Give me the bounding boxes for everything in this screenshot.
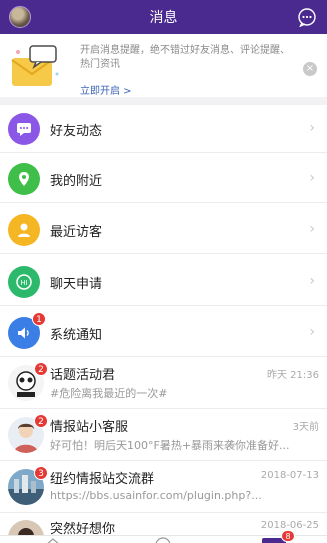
envelope-illustration-icon [11,45,59,86]
banner-text: 开启消息提醒，绝不错过好友消息、评论提醒、热门资讯 [80,45,290,70]
clock-icon[interactable] [154,537,172,543]
chevron-right-icon: › [309,273,315,289]
conversation-item[interactable]: 2 话题活动君 #危险离我最近的一次# 昨天 21:36 [0,358,327,409]
user-avatar[interactable] [9,6,31,28]
unread-badge: 2 [34,362,48,376]
home-icon[interactable] [44,537,62,543]
person-icon [8,214,40,246]
menu-item-label: 最近访客 [50,225,103,240]
unread-badge: 2 [34,414,48,428]
conversation-time: 2018-07-13 [260,470,319,481]
menu-item-chat-requests[interactable]: HI 聊天申请 › [0,258,327,306]
conversation-name: 纽约情报站交流群 [50,472,155,487]
conversation-item[interactable]: 2 情报站小客服 好可怕！明后天100°F暑热+暴雨来袭你准备好... 3天前 [0,410,327,461]
close-icon[interactable]: × [303,62,317,76]
menu-item-nearby[interactable]: 我的附近 › [0,155,327,203]
conversation-time: 3天前 [292,422,319,433]
unread-badge: 1 [32,312,46,326]
menu-item-label: 我的附近 [50,174,103,189]
conversation-item[interactable]: 突然好想你 2018-06-25 [0,514,327,535]
conversation-message: #危险离我最近的一次# [50,387,168,400]
menu-item-label: 聊天申请 [50,277,103,292]
conversation-time: 昨天 21:36 [267,370,319,381]
chat-bubble-icon[interactable] [297,7,317,27]
chevron-right-icon: › [309,170,315,186]
chevron-right-icon: › [309,221,315,237]
conversation-name: 情报站小客服 [50,420,129,435]
conversation-name: 突然好想你 [50,522,116,535]
chevron-right-icon: › [309,324,315,340]
page-title: 消息 [149,10,178,26]
location-pin-icon [8,163,40,195]
menu-item-label: 好友动态 [50,124,103,139]
unread-badge: 3 [34,466,48,480]
menu-item-friend-activity[interactable]: 好友动态 › [0,105,327,153]
notification-banner: 开启消息提醒，绝不错过好友消息、评论提醒、热门资讯 立即开启 > × [0,34,327,105]
conversation-message: https://bbs.usainfor.com/plugin.php?... [50,489,262,502]
enable-now-link[interactable]: 立即开启 > [80,82,132,97]
conversation-message: 好可怕！明后天100°F暑热+暴雨来袭你准备好... [50,439,290,452]
menu-item-label: 系统通知 [50,328,103,343]
top-bar: 消息 [0,0,327,34]
friend-avatar [8,520,44,535]
svg-text:HI: HI [20,279,27,287]
conversation-name: 话题活动君 [50,368,116,383]
menu-item-system-notices[interactable]: 1 系统通知 › [0,309,327,357]
bottom-tab-bar: 8 [0,530,327,543]
menu-item-recent-visitors[interactable]: 最近访客 › [0,206,327,254]
chevron-right-icon: › [309,120,315,136]
unread-badge: 8 [281,530,295,542]
conversation-item[interactable]: 3 纽约情报站交流群 https://bbs.usainfor.com/plug… [0,462,327,513]
chat-dots-icon [8,113,40,145]
hi-icon: HI [8,266,40,298]
